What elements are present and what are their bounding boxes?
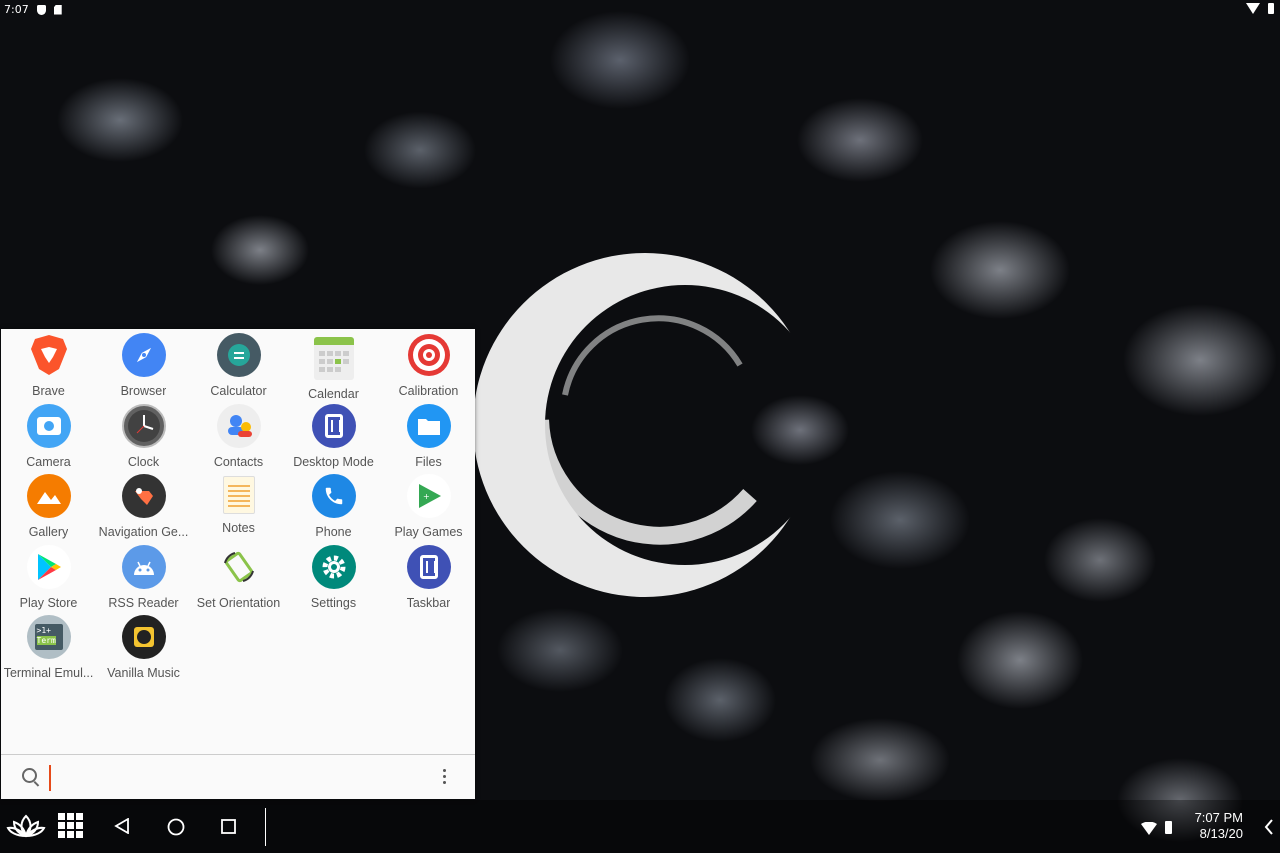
app-play-store[interactable]: Play Store xyxy=(1,541,96,612)
shield-icon xyxy=(36,4,46,15)
app-calendar[interactable]: Calendar xyxy=(286,329,381,400)
app-terminal-emulator[interactable]: >1+ Term Terminal Emul... xyxy=(1,611,96,682)
status-bar: 7:07 xyxy=(0,0,1280,22)
app-label: Calibration xyxy=(398,384,459,398)
taskbar-clock[interactable]: 7:07 PM 8/13/20 xyxy=(1195,810,1243,842)
settings-icon xyxy=(311,544,356,589)
contacts-icon xyxy=(216,403,261,448)
app-clock[interactable]: Clock xyxy=(96,400,191,471)
app-label: Set Orientation xyxy=(196,595,281,610)
recents-icon[interactable] xyxy=(221,819,237,839)
app-label: Browser xyxy=(120,384,167,398)
phone-icon xyxy=(311,474,356,518)
more-options-icon[interactable] xyxy=(443,769,447,785)
play-store-icon xyxy=(26,544,71,589)
app-taskbar[interactable]: Taskbar xyxy=(381,541,476,612)
app-label: RSS Reader xyxy=(108,595,179,610)
files-icon xyxy=(406,403,451,448)
wallpaper-logo xyxy=(470,245,830,605)
chevron-left-icon[interactable] xyxy=(1264,819,1274,839)
app-navigation-gestures[interactable]: Navigation Ge... xyxy=(96,470,191,541)
app-label: Notes xyxy=(222,521,255,535)
app-rss-reader[interactable]: RSS Reader xyxy=(96,541,191,612)
app-contacts[interactable]: Contacts xyxy=(191,400,286,471)
back-icon[interactable] xyxy=(114,817,130,838)
gallery-icon xyxy=(26,474,71,518)
app-label: Calculator xyxy=(210,384,267,398)
navigation-gestures-icon xyxy=(121,474,166,518)
app-grid-icon[interactable] xyxy=(58,813,84,843)
clock-icon xyxy=(121,403,166,448)
calibration-icon xyxy=(407,333,451,377)
taskbar-icon xyxy=(406,544,451,589)
app-label: Desktop Mode xyxy=(293,454,374,469)
app-label: Brave xyxy=(32,384,65,398)
app-label: Play Store xyxy=(19,595,78,610)
calculator-icon xyxy=(216,333,261,377)
taskbar-divider xyxy=(265,808,266,846)
app-label: Terminal Emul... xyxy=(3,666,94,680)
app-label: Phone xyxy=(315,525,352,539)
app-label: Camera xyxy=(26,454,71,469)
app-desktop-mode[interactable]: Desktop Mode xyxy=(286,400,381,471)
sd-card-icon xyxy=(53,4,62,15)
app-calculator[interactable]: Calculator xyxy=(191,329,286,400)
set-orientation-icon xyxy=(217,545,261,589)
app-drawer: Brave Browser Calculator Calendar Calibr… xyxy=(1,329,475,799)
home-icon[interactable] xyxy=(167,818,185,840)
taskbar: 7:07 PM 8/13/20 xyxy=(0,800,1280,853)
app-label: Vanilla Music xyxy=(107,666,180,680)
battery-icon xyxy=(1165,821,1172,834)
app-label: Taskbar xyxy=(406,595,451,610)
wifi-icon xyxy=(1141,821,1157,840)
vanilla-music-icon xyxy=(121,615,166,659)
browser-icon xyxy=(121,333,166,377)
wifi-icon xyxy=(1246,3,1260,14)
brave-icon xyxy=(27,333,71,377)
battery-icon xyxy=(1268,3,1274,14)
app-phone[interactable]: Phone xyxy=(286,470,381,541)
app-play-games[interactable]: + Play Games xyxy=(381,470,476,541)
app-settings[interactable]: Settings xyxy=(286,541,381,612)
app-label: Navigation Ge... xyxy=(98,525,189,539)
search-bar xyxy=(1,754,475,799)
svg-text:+: + xyxy=(423,492,430,501)
terminal-emulator-icon: >1+ Term xyxy=(26,615,71,659)
play-games-icon: + xyxy=(406,474,451,518)
status-time: 7:07 xyxy=(4,3,29,16)
app-camera[interactable]: Camera xyxy=(1,400,96,471)
lotus-start-icon[interactable] xyxy=(6,812,46,844)
app-files[interactable]: Files xyxy=(381,400,476,471)
calendar-icon xyxy=(313,337,354,380)
search-input[interactable] xyxy=(49,765,427,791)
clock-time: 7:07 PM xyxy=(1194,810,1243,825)
camera-icon xyxy=(26,403,71,448)
app-label: Settings xyxy=(310,595,357,610)
search-icon xyxy=(22,768,37,783)
clock-date: 8/13/20 xyxy=(1199,826,1243,841)
app-label: Files xyxy=(415,454,442,469)
app-label: Calendar xyxy=(308,386,359,400)
app-label: Play Games xyxy=(394,525,463,539)
notes-icon xyxy=(222,476,255,514)
rss-reader-icon xyxy=(121,544,166,589)
app-gallery[interactable]: Gallery xyxy=(1,470,96,541)
desktop-mode-icon xyxy=(311,403,356,448)
app-grid: Brave Browser Calculator Calendar Calibr… xyxy=(1,329,475,682)
app-label: Clock xyxy=(127,454,160,469)
app-calibration[interactable]: Calibration xyxy=(381,329,476,400)
app-label: Gallery xyxy=(28,525,69,539)
app-brave[interactable]: Brave xyxy=(1,329,96,400)
app-label: Contacts xyxy=(213,454,264,469)
app-set-orientation[interactable]: Set Orientation xyxy=(191,541,286,612)
app-vanilla-music[interactable]: Vanilla Music xyxy=(96,611,191,682)
app-notes[interactable]: Notes xyxy=(191,470,286,541)
app-browser[interactable]: Browser xyxy=(96,329,191,400)
